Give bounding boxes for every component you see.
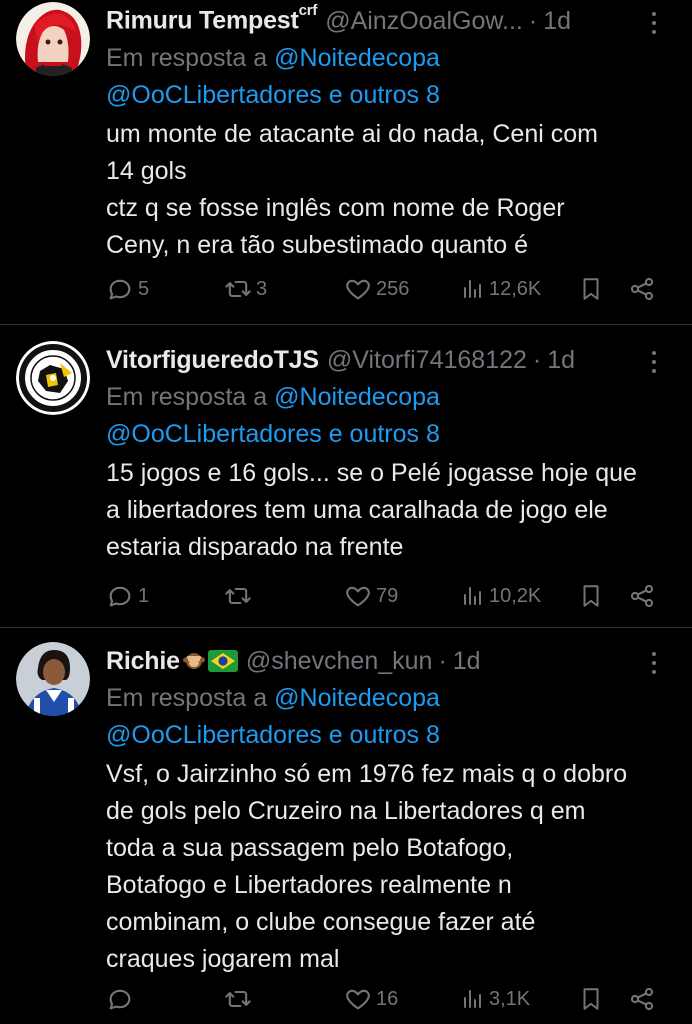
see-no-evil-monkey-icon xyxy=(182,653,205,669)
display-name[interactable]: VitorfigueredoTJS xyxy=(106,346,319,375)
views-icon xyxy=(464,587,481,605)
bookmark-icon xyxy=(583,278,599,300)
reply-icon xyxy=(109,989,131,1010)
tweet[interactable]: Richie @shevchen_kun · 1d Em resposta a … xyxy=(0,628,692,1024)
tweet-text: Vsf, o Jairzinho só em 1976 fez mais q o… xyxy=(106,760,628,973)
reply-button[interactable]: 1 xyxy=(106,582,149,610)
tweet-header: Richie @shevchen_kun · 1d xyxy=(106,642,676,680)
separator-dot: · xyxy=(438,646,447,675)
avatar-column xyxy=(16,341,106,627)
action-bar: 1 79 10,2K xyxy=(106,579,676,613)
like-icon xyxy=(346,279,370,300)
like-icon xyxy=(346,989,370,1010)
bookmark-button[interactable] xyxy=(578,985,604,1013)
more-icon[interactable] xyxy=(642,347,666,377)
tweet-text: um monte de atacante ai do nada, Ceni co… xyxy=(106,120,598,259)
reply-button[interactable] xyxy=(106,985,138,1013)
separator-dot: · xyxy=(528,6,538,35)
reply-icon xyxy=(109,586,131,607)
tweet[interactable]: VitorfigueredoTJS @Vitorfi74168122 · 1d … xyxy=(0,325,692,628)
avatar[interactable] xyxy=(16,2,90,76)
reply-count: 1 xyxy=(138,584,150,607)
reply-prefix: Em resposta a xyxy=(106,44,268,72)
retweet-count: 3 xyxy=(256,277,268,300)
views-icon xyxy=(464,280,481,298)
reply-mention[interactable]: @Noitedecopa xyxy=(274,684,440,712)
timestamp[interactable]: 1d xyxy=(453,647,481,676)
reply-prefix: Em resposta a xyxy=(106,684,268,712)
tweet-content: Richie @shevchen_kun · 1d Em resposta a … xyxy=(106,642,676,1024)
name-suffix: crf xyxy=(298,2,318,20)
like-count: 256 xyxy=(376,277,410,300)
share-icon xyxy=(630,584,654,608)
tweet-content: Rimuru Tempestcrf @AinzOoalGow... · 1d E… xyxy=(106,2,676,324)
bookmark-button[interactable] xyxy=(578,275,604,303)
like-count: 16 xyxy=(376,987,399,1010)
timeline: Rimuru Tempestcrf @AinzOoalGow... · 1d E… xyxy=(0,0,692,1024)
brazil-flag-icon xyxy=(207,650,238,672)
reply-context: Em resposta a @Noitedecopa @OoCLibertado… xyxy=(106,379,676,453)
action-bar: 16 3,1K xyxy=(106,982,676,1016)
share-icon xyxy=(630,277,654,301)
views-count: 10,2K xyxy=(489,584,542,607)
views-icon xyxy=(464,990,481,1008)
reply-mention-others[interactable]: @OoCLibertadores e outros 8 xyxy=(106,81,440,109)
reply-mention-others[interactable]: @OoCLibertadores e outros 8 xyxy=(106,420,440,448)
tweet-text: 15 jogos e 16 gols... se o Pelé jogasse … xyxy=(106,459,637,561)
retweet-icon xyxy=(225,990,251,1008)
bookmark-button[interactable] xyxy=(578,582,604,610)
reply-context: Em resposta a @Noitedecopa @OoCLibertado… xyxy=(106,40,676,114)
share-button[interactable] xyxy=(628,985,656,1013)
views-button[interactable]: 3,1K xyxy=(461,987,530,1011)
tweet-header: VitorfigueredoTJS @Vitorfi74168122 · 1d xyxy=(106,341,676,379)
avatar[interactable] xyxy=(16,341,90,415)
reply-count: 5 xyxy=(138,277,150,300)
avatar[interactable] xyxy=(16,642,90,716)
timestamp[interactable]: 1d xyxy=(547,346,575,375)
reply-mention-others[interactable]: @OoCLibertadores e outros 8 xyxy=(106,721,440,749)
user-handle[interactable]: @AinzOoalGow... xyxy=(325,7,523,36)
display-name[interactable]: Rimuru Tempestcrf xyxy=(106,2,317,35)
views-count: 12,6K xyxy=(489,277,542,300)
user-handle[interactable]: @shevchen_kun xyxy=(246,647,433,676)
avatar-column xyxy=(16,642,106,1024)
like-count: 79 xyxy=(376,584,399,607)
display-name[interactable]: Richie xyxy=(106,647,180,676)
tweet[interactable]: Rimuru Tempestcrf @AinzOoalGow... · 1d E… xyxy=(0,0,692,325)
user-handle[interactable]: @Vitorfi74168122 xyxy=(327,346,527,375)
views-button[interactable]: 12,6K xyxy=(461,277,541,301)
more-icon[interactable] xyxy=(642,648,666,678)
separator-dot: · xyxy=(532,345,542,374)
like-button[interactable]: 256 xyxy=(344,275,409,303)
reply-icon xyxy=(109,279,131,300)
action-bar: 5 3 256 12,6K xyxy=(106,272,676,306)
bookmark-icon xyxy=(583,988,599,1010)
retweet-icon xyxy=(225,587,251,605)
bookmark-icon xyxy=(583,585,599,607)
share-icon xyxy=(630,987,654,1011)
more-icon[interactable] xyxy=(642,8,666,38)
like-button[interactable]: 16 xyxy=(344,985,398,1013)
reply-mention[interactable]: @Noitedecopa xyxy=(274,44,440,72)
like-icon xyxy=(346,586,370,607)
retweet-button[interactable] xyxy=(224,582,256,610)
avatar-column xyxy=(16,2,106,324)
retweet-button[interactable] xyxy=(224,985,256,1013)
reply-mention[interactable]: @Noitedecopa xyxy=(274,383,440,411)
tweet-header: Rimuru Tempestcrf @AinzOoalGow... · 1d xyxy=(106,2,676,40)
views-count: 3,1K xyxy=(489,987,531,1010)
share-button[interactable] xyxy=(628,582,656,610)
views-button[interactable]: 10,2K xyxy=(461,584,541,608)
reply-context: Em resposta a @Noitedecopa @OoCLibertado… xyxy=(106,680,676,754)
display-name-text: Rimuru Tempest xyxy=(106,6,299,35)
retweet-button[interactable]: 3 xyxy=(224,275,267,303)
timestamp[interactable]: 1d xyxy=(543,7,571,36)
reply-button[interactable]: 5 xyxy=(106,275,149,303)
retweet-icon xyxy=(225,280,251,298)
like-button[interactable]: 79 xyxy=(344,582,398,610)
tweet-content: VitorfigueredoTJS @Vitorfi74168122 · 1d … xyxy=(106,341,676,627)
share-button[interactable] xyxy=(628,275,656,303)
reply-prefix: Em resposta a xyxy=(106,383,268,411)
